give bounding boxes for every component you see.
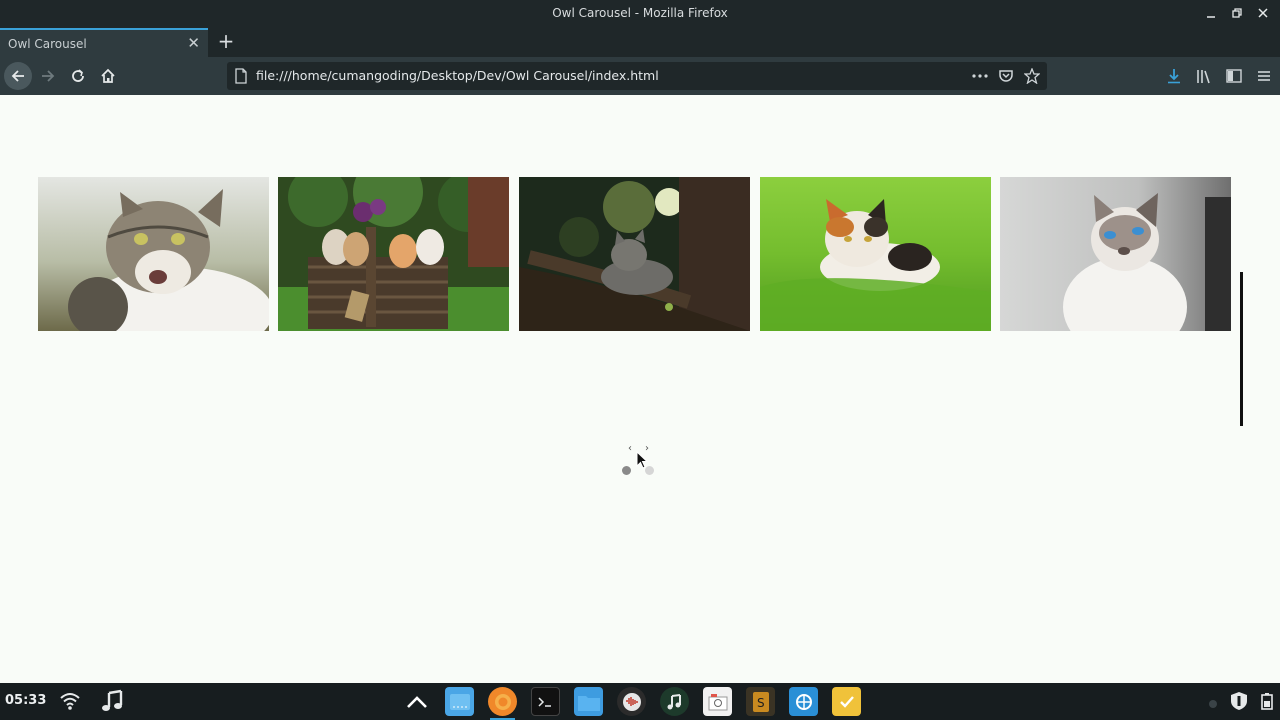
status-indicator-icon xyxy=(1208,694,1218,713)
music-player-app-icon[interactable] xyxy=(660,687,689,716)
reload-button[interactable] xyxy=(64,62,92,90)
calico-cat-grass-photo xyxy=(760,177,991,331)
owl-carousel-stage[interactable] xyxy=(38,177,1248,331)
hamburger-menu-icon[interactable] xyxy=(1254,65,1274,87)
downloads-icon[interactable] xyxy=(1164,65,1184,87)
window-titlebar: Owl Carousel - Mozilla Firefox xyxy=(0,0,1280,28)
arrow-right-icon xyxy=(42,70,55,82)
window-title: Owl Carousel - Mozilla Firefox xyxy=(552,6,728,20)
page-info-icon[interactable] xyxy=(234,68,248,88)
music-note-icon[interactable] xyxy=(100,689,126,717)
pocket-icon[interactable] xyxy=(997,66,1015,86)
desktop-taskbar: 05:33 S xyxy=(0,683,1280,720)
back-button[interactable] xyxy=(4,62,32,90)
forward-button[interactable] xyxy=(34,62,62,90)
sidebar-icon[interactable] xyxy=(1224,65,1244,87)
show-apps-chevron-icon[interactable] xyxy=(402,687,431,716)
tab-strip: Owl Carousel ✕ + xyxy=(0,28,1280,57)
battery-icon[interactable] xyxy=(1260,692,1274,714)
notes-app-icon[interactable] xyxy=(832,687,861,716)
kittens-basket-photo xyxy=(278,177,509,331)
navigation-toolbar: file:///home/cumangoding/Desktop/Dev/Owl… xyxy=(0,57,1280,95)
address-bar[interactable]: file:///home/cumangoding/Desktop/Dev/Owl… xyxy=(227,62,1047,90)
carousel-slide-3[interactable] xyxy=(519,177,750,331)
carousel-prev-button[interactable]: ‹ xyxy=(628,443,632,454)
reload-icon xyxy=(72,69,84,82)
home-button[interactable] xyxy=(94,62,122,90)
security-shield-icon[interactable] xyxy=(1230,691,1248,715)
sublime-text-app-icon[interactable]: S xyxy=(746,687,775,716)
new-tab-icon[interactable]: + xyxy=(215,30,237,52)
arrow-left-icon xyxy=(11,70,24,82)
library-icon[interactable] xyxy=(1194,65,1214,87)
minimize-icon[interactable] xyxy=(1202,4,1220,22)
carousel-slide-2[interactable] xyxy=(278,177,509,331)
browser-settings-app-icon[interactable] xyxy=(789,687,818,716)
terminal-app-icon[interactable] xyxy=(531,687,560,716)
mouse-cursor-icon xyxy=(636,451,648,469)
bookmark-star-icon[interactable] xyxy=(1023,66,1041,86)
close-tab-icon[interactable]: ✕ xyxy=(187,34,200,52)
file-manager-app-icon[interactable] xyxy=(445,687,474,716)
wifi-icon[interactable] xyxy=(58,689,82,717)
folder-app-icon[interactable] xyxy=(574,687,603,716)
cat-photo-tabby xyxy=(38,177,269,331)
tab-title: Owl Carousel xyxy=(8,37,87,51)
tab-owl-carousel[interactable]: Owl Carousel ✕ xyxy=(0,28,208,57)
svg-text:S: S xyxy=(757,696,765,710)
white-cat-blue-eyes-photo xyxy=(1000,177,1231,331)
carousel-slide-5[interactable] xyxy=(1000,177,1231,331)
grey-cat-tree-photo xyxy=(519,177,750,331)
url-text[interactable]: file:///home/cumangoding/Desktop/Dev/Owl… xyxy=(256,68,659,83)
page-actions-icon[interactable] xyxy=(971,66,989,86)
audio-recorder-app-icon[interactable] xyxy=(617,687,646,716)
restore-icon[interactable] xyxy=(1228,4,1246,22)
next-slide-edge xyxy=(1240,272,1243,426)
screenshot-app-icon[interactable] xyxy=(703,687,732,716)
carousel-slide-1[interactable] xyxy=(38,177,269,331)
carousel-dot-1[interactable] xyxy=(622,466,631,475)
firefox-app-icon[interactable] xyxy=(488,687,517,720)
close-window-icon[interactable] xyxy=(1254,4,1272,22)
taskbar-clock: 05:33 xyxy=(5,693,47,708)
home-icon xyxy=(101,68,115,83)
carousel-slide-4[interactable] xyxy=(760,177,991,331)
